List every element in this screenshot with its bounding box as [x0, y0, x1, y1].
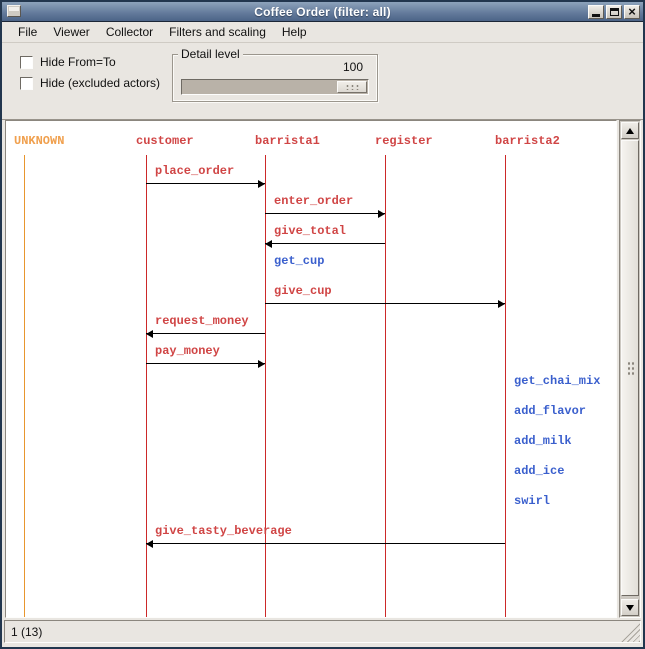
- event-label-swirl[interactable]: swirl: [514, 494, 550, 508]
- scroll-down-button[interactable]: [621, 599, 639, 616]
- event-label-give_cup[interactable]: give_cup: [274, 284, 332, 298]
- window-menu-icon[interactable]: [7, 5, 21, 17]
- lifeline-register: [385, 155, 386, 617]
- actor-label-register[interactable]: register: [375, 134, 433, 148]
- menu-collector[interactable]: Collector: [98, 22, 161, 42]
- arrow-up-icon: [626, 128, 634, 134]
- hide-excluded-row: Hide (excluded actors): [20, 76, 160, 90]
- event-label-request_money[interactable]: request_money: [155, 314, 249, 328]
- arrowhead-icon: [265, 240, 272, 248]
- arrowhead-icon: [146, 540, 153, 548]
- menu-viewer[interactable]: Viewer: [45, 22, 97, 42]
- actor-label-customer[interactable]: customer: [136, 134, 194, 148]
- sequence-diagram-canvas: UNKNOWN customer barrista1 register barrista…: [5, 120, 617, 618]
- event-label-give_total[interactable]: give_total: [274, 224, 346, 238]
- event-arrow-pay_money[interactable]: [146, 363, 265, 364]
- lifeline-barrista1: [265, 155, 266, 617]
- event-arrow-give_total[interactable]: [265, 243, 385, 244]
- arrowhead-icon: [498, 300, 505, 308]
- actor-label-barrista2[interactable]: barrista2: [495, 134, 560, 148]
- event-label-pay_money[interactable]: pay_money: [155, 344, 220, 358]
- event-arrow-enter_order[interactable]: [265, 213, 385, 214]
- event-label-add_ice[interactable]: add_ice: [514, 464, 564, 478]
- lifeline-unknown: [24, 155, 25, 617]
- control-panel: Hide From=To Hide (excluded actors) Deta…: [2, 43, 643, 120]
- hide-from-to-row: Hide From=To: [20, 55, 116, 69]
- event-label-give_tasty_beverage[interactable]: give_tasty_beverage: [155, 524, 292, 538]
- event-arrow-place_order[interactable]: [146, 183, 265, 184]
- vertical-scrollbar[interactable]: [619, 120, 641, 618]
- detail-level-slider[interactable]: [181, 79, 369, 95]
- close-button[interactable]: ×: [624, 5, 640, 19]
- menu-help[interactable]: Help: [274, 22, 315, 42]
- menu-filters-and-scaling[interactable]: Filters and scaling: [161, 22, 274, 42]
- hide-excluded-label: Hide (excluded actors): [40, 76, 160, 90]
- app-window: Coffee Order (filter: all) × File Viewer…: [0, 0, 645, 649]
- arrowhead-icon: [146, 330, 153, 338]
- grip-dots-icon: [345, 84, 359, 90]
- title-bar[interactable]: Coffee Order (filter: all) ×: [2, 2, 643, 22]
- scroll-up-button[interactable]: [621, 122, 639, 139]
- hide-from-to-checkbox[interactable]: [20, 56, 33, 69]
- grip-dots-icon: [627, 361, 634, 376]
- arrowhead-icon: [258, 360, 265, 368]
- status-text: 1 (13): [11, 625, 42, 639]
- resize-grip[interactable]: [620, 622, 640, 642]
- status-bar: 1 (13): [4, 620, 641, 643]
- scrollbar-thumb[interactable]: [621, 140, 639, 596]
- detail-level-slider-handle[interactable]: [337, 81, 367, 93]
- maximize-icon: [610, 8, 619, 16]
- detail-level-value: 100: [343, 60, 363, 74]
- event-arrow-give_tasty_beverage[interactable]: [146, 543, 505, 544]
- arrow-down-icon: [626, 605, 634, 611]
- close-icon: ×: [628, 7, 636, 17]
- menu-file[interactable]: File: [10, 22, 45, 42]
- event-label-enter_order[interactable]: enter_order: [274, 194, 353, 208]
- minimize-icon: [592, 14, 600, 17]
- minimize-button[interactable]: [588, 5, 604, 19]
- menu-bar: File Viewer Collector Filters and scalin…: [2, 22, 643, 43]
- event-label-get_cup[interactable]: get_cup: [274, 254, 324, 268]
- event-label-add_flavor[interactable]: add_flavor: [514, 404, 586, 418]
- actor-label-barrista1[interactable]: barrista1: [255, 134, 320, 148]
- event-arrow-give_cup[interactable]: [265, 303, 505, 304]
- maximize-button[interactable]: [606, 5, 622, 19]
- arrowhead-icon: [258, 180, 265, 188]
- lifeline-barrista2: [505, 155, 506, 617]
- event-label-place_order[interactable]: place_order: [155, 164, 234, 178]
- detail-level-group: Detail level 100: [172, 54, 378, 102]
- event-arrow-request_money[interactable]: [146, 333, 265, 334]
- detail-level-legend: Detail level: [178, 47, 243, 61]
- actor-label-unknown[interactable]: UNKNOWN: [14, 134, 64, 148]
- hide-from-to-label: Hide From=To: [40, 55, 116, 69]
- window-controls: ×: [588, 5, 640, 19]
- event-label-add_milk[interactable]: add_milk: [514, 434, 572, 448]
- event-label-get_chai_mix[interactable]: get_chai_mix: [514, 374, 600, 388]
- hide-excluded-checkbox[interactable]: [20, 77, 33, 90]
- arrowhead-icon: [378, 210, 385, 218]
- window-title: Coffee Order (filter: all): [2, 5, 643, 19]
